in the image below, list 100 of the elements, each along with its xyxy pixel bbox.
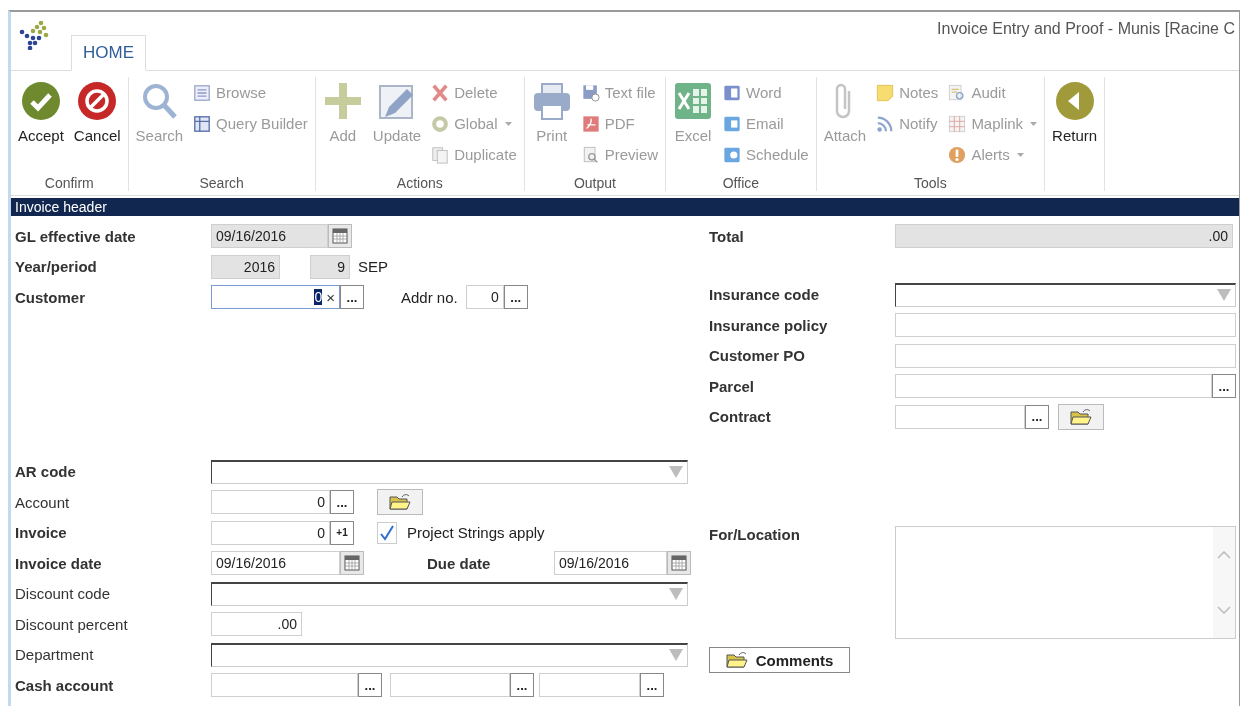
field-label: GL effective date: [15, 227, 137, 245]
group-label: Confirm: [43, 175, 95, 191]
ribbon-button[interactable]: Return: [1050, 77, 1100, 191]
input-field[interactable]: [895, 343, 1236, 368]
input-field[interactable]: [539, 673, 640, 698]
check-icon: [380, 524, 394, 541]
input-field[interactable]: [895, 404, 1025, 429]
group-label: Actions: [395, 175, 444, 191]
field-label: For/Location: [709, 526, 801, 543]
dropdown-arrow-icon: [669, 587, 683, 602]
field-label: Year/period: [15, 258, 98, 276]
window-title: Invoice Entry and Proof - Munis [Racine C: [937, 20, 1235, 38]
field-label: Insurance code: [709, 286, 821, 304]
group-label: Office: [721, 175, 761, 191]
field-label: Account: [15, 493, 71, 511]
ribbon-button[interactable]: Accept: [16, 77, 66, 175]
field-label: Customer: [15, 288, 86, 306]
rss-icon: [876, 114, 895, 133]
field-label: Insurance policy: [709, 316, 829, 334]
ring-icon: [431, 114, 450, 133]
folder-button[interactable]: [377, 489, 423, 516]
caret-icon: [1016, 152, 1024, 157]
comments-button[interactable]: Comments: [709, 647, 850, 674]
field-label: Contract: [709, 408, 772, 426]
input-field[interactable]: .00: [211, 612, 302, 637]
increment-button[interactable]: +1: [330, 520, 354, 545]
ribbon-tab[interactable]: HOME: [71, 35, 146, 71]
folder-button[interactable]: [1058, 403, 1104, 430]
map-grid-icon: [948, 114, 967, 133]
folder-icon: [389, 493, 411, 512]
grid-icon: [193, 114, 212, 133]
dropdown-arrow-icon: [669, 465, 683, 480]
dropdown-arrow-icon: [1217, 288, 1231, 303]
folder-icon: [725, 651, 748, 670]
checkbox[interactable]: [377, 521, 397, 544]
customer-field[interactable]: 0 ×: [211, 285, 340, 310]
field-label: Due date: [427, 554, 492, 572]
invoice-field[interactable]: 0: [211, 520, 330, 545]
printer-icon: [531, 81, 572, 121]
dropdown-arrow-icon: [669, 648, 683, 663]
field-label: Discount percent: [15, 615, 129, 633]
section-header: Invoice header: [11, 198, 1239, 216]
document-icon: [723, 83, 742, 102]
check-icon: [20, 81, 61, 121]
dropdown-field[interactable]: [211, 459, 688, 484]
lookup-button[interactable]: ...: [1212, 374, 1236, 399]
folder-icon: [1070, 407, 1092, 426]
month-text: SEP: [358, 258, 388, 276]
calendar-button[interactable]: [340, 551, 364, 576]
lookup-button[interactable]: ...: [503, 285, 528, 310]
magnifier-document-icon: [581, 145, 600, 164]
caret-icon: [1030, 121, 1038, 126]
ribbon-button[interactable]: Cancel: [71, 77, 123, 175]
field-label: Department: [15, 646, 95, 664]
chevron-up-icon: [1217, 550, 1231, 559]
lookup-button[interactable]: ...: [1025, 404, 1049, 429]
dropdown-field[interactable]: [211, 642, 688, 667]
clear-button[interactable]: ×: [322, 288, 335, 306]
checkbox-label: Project Strings apply: [407, 524, 545, 542]
addr-field[interactable]: 0: [465, 285, 504, 310]
group-label: Search: [198, 175, 245, 191]
logo-icon: [19, 20, 49, 50]
input-field[interactable]: [211, 673, 358, 698]
list-icon: [193, 83, 212, 102]
input-field[interactable]: 0: [211, 490, 330, 515]
plus-icon: [322, 81, 363, 121]
no-entry-icon: [77, 81, 118, 121]
lookup-button[interactable]: ...: [330, 490, 354, 515]
alert-icon: [948, 145, 967, 164]
group-label: Tools: [913, 175, 948, 191]
input-field[interactable]: [390, 673, 510, 698]
dropdown-field[interactable]: [895, 282, 1236, 307]
document-icon: [581, 114, 600, 133]
date-field[interactable]: 09/16/2016: [211, 551, 340, 576]
lookup-button[interactable]: ...: [510, 673, 534, 698]
group-label: Output: [572, 175, 617, 191]
input-field[interactable]: [895, 313, 1236, 338]
lookup-button[interactable]: ...: [340, 285, 364, 310]
spreadsheet-icon: [673, 81, 714, 121]
calendar-button[interactable]: [667, 551, 691, 576]
lookup-button[interactable]: ...: [640, 673, 664, 698]
documents-icon: [431, 145, 450, 164]
field-label: Invoice: [15, 524, 68, 542]
addr-label: Addr no.: [401, 288, 458, 306]
input-field[interactable]: [895, 374, 1212, 399]
field-label: Discount code: [15, 585, 112, 603]
caret-icon: [504, 121, 512, 126]
field-label: Customer PO: [709, 347, 806, 365]
lookup-button[interactable]: ...: [358, 673, 382, 698]
dropdown-field[interactable]: [211, 581, 688, 606]
field-label: Parcel: [709, 377, 756, 395]
field-label: Total: [709, 227, 745, 245]
field-label: Cash account: [15, 676, 115, 694]
date-field[interactable]: 09/16/2016: [554, 551, 667, 576]
calendar-button[interactable]: [328, 224, 352, 249]
field-label: Invoice date: [15, 554, 103, 572]
chevron-down-icon: [1217, 606, 1231, 615]
note-icon: [876, 83, 895, 102]
field-label: AR code: [15, 463, 77, 481]
x-mark-icon: [431, 83, 450, 102]
